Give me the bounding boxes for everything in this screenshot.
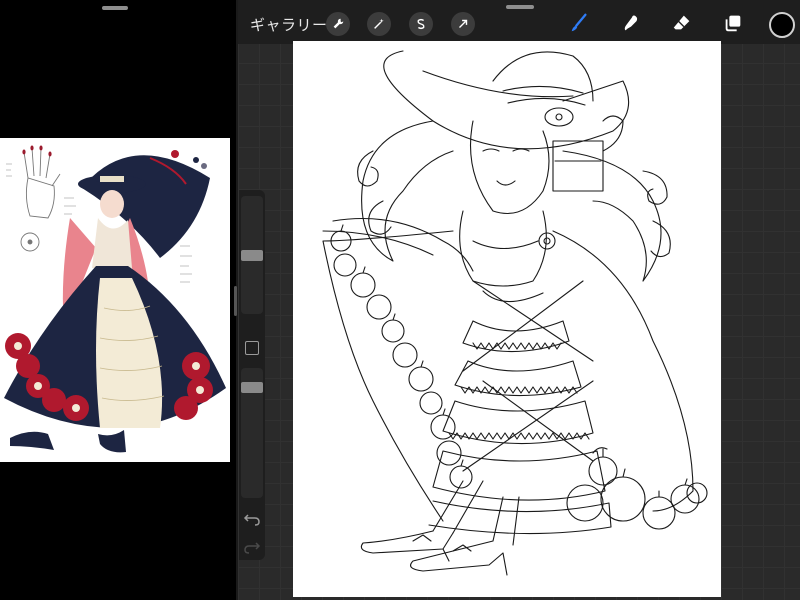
brush-button[interactable] [566, 10, 592, 36]
opacity-thumb[interactable] [241, 382, 263, 394]
redo-button[interactable] [243, 538, 261, 556]
modify-button[interactable] [245, 341, 259, 355]
arrow-cursor-icon [459, 19, 468, 28]
actions-button[interactable] [326, 12, 350, 36]
brush-icon [571, 13, 587, 32]
eraser-button[interactable] [669, 10, 695, 36]
magic-wand-icon [374, 18, 384, 29]
reference-image [0, 138, 230, 462]
sidebar-drag-handle[interactable] [234, 286, 237, 316]
smudge-icon [624, 15, 638, 31]
eraser-icon [673, 15, 690, 30]
transform-button[interactable] [451, 12, 475, 36]
top-drag-handle[interactable] [506, 5, 534, 9]
gallery-button[interactable]: ギャラリー [250, 14, 328, 34]
selection-button[interactable] [409, 12, 433, 36]
wrench-icon [333, 18, 344, 29]
color-picker-button[interactable] [769, 12, 795, 38]
undo-button[interactable] [243, 510, 261, 528]
layers-icon [725, 15, 741, 32]
reference-pane [0, 0, 236, 600]
reference-drag-handle[interactable] [102, 6, 128, 10]
smudge-button[interactable] [618, 10, 644, 36]
layers-button[interactable] [720, 10, 746, 36]
drawing-canvas[interactable] [293, 41, 721, 597]
brush-size-thumb[interactable] [241, 249, 263, 261]
undo-icon [243, 514, 260, 526]
selection-s-icon [417, 18, 425, 30]
adjustments-button[interactable] [367, 12, 391, 36]
redo-icon [244, 542, 261, 554]
